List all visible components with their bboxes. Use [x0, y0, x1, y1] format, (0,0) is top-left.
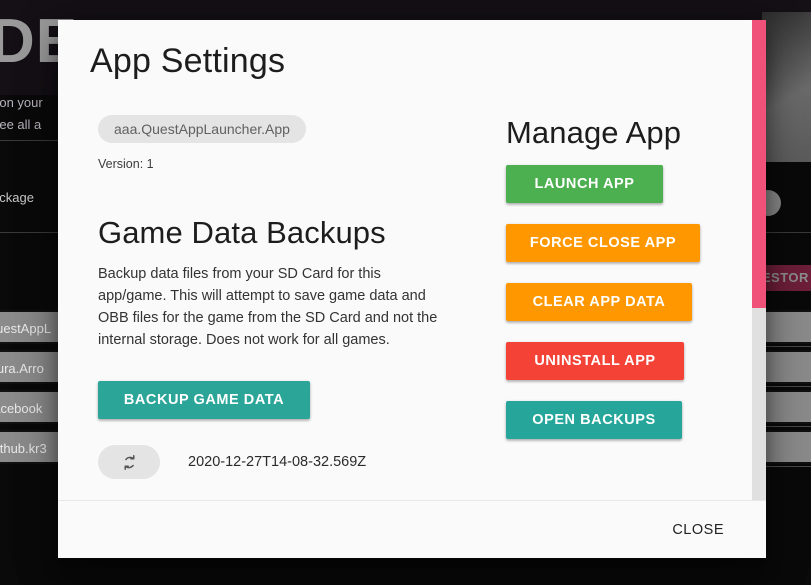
backup-game-data-button[interactable]: BACKUP GAME DATA: [98, 381, 310, 420]
background-thumbnail: [762, 12, 811, 162]
sync-icon: [119, 452, 140, 473]
game-data-backups-heading: Game Data Backups: [98, 215, 386, 250]
close-button[interactable]: CLOSE: [658, 514, 738, 546]
background-right-row: [762, 432, 811, 467]
dialog-footer: CLOSE: [58, 500, 766, 558]
dialog-columns: aaa.QuestAppLauncher.App Version: 1 Game…: [90, 115, 726, 480]
last-backup-timestamp: 2020-12-27T14-08-32.569Z: [188, 454, 367, 471]
uninstall-app-button[interactable]: UNINSTALL APP: [506, 342, 684, 380]
background-list-item-label: .facebook: [0, 401, 43, 416]
background-list-item-label: QuestAppL: [0, 321, 52, 336]
background-list-item-label: .github.kr3: [0, 441, 47, 456]
background-right-row: [762, 352, 811, 387]
page-title: App Settings: [90, 42, 286, 80]
game-data-backups-description: Backup data files from your SD Card for …: [98, 266, 438, 349]
force-close-app-button[interactable]: FORCE CLOSE APP: [506, 224, 700, 262]
refresh-backups-button[interactable]: [98, 445, 160, 480]
dialog-scrollbar-track[interactable]: [752, 20, 766, 500]
background-right-row: [762, 392, 811, 427]
background-search-row: h package: [0, 190, 34, 205]
dialog-scrollbar-thumb[interactable]: [752, 20, 766, 308]
launch-app-button[interactable]: LAUNCH APP: [506, 165, 663, 203]
clear-app-data-button[interactable]: CLEAR APP DATA: [506, 283, 692, 321]
package-name-chip: aaa.QuestAppLauncher.App: [98, 115, 306, 143]
last-backup-row: 2020-12-27T14-08-32.569Z: [98, 445, 470, 480]
background-list-item-label: .aura.Arro: [0, 361, 44, 376]
app-version-label: Version: 1: [98, 157, 154, 171]
manage-app-heading: Manage App: [506, 115, 682, 150]
background-hero-line-1: ps on your: [0, 95, 43, 110]
background-right-row: [762, 312, 811, 347]
background-hero-line-2: o see all a: [0, 117, 42, 132]
manage-app-column: Manage App LAUNCH APP FORCE CLOSE APP CL…: [470, 115, 726, 439]
open-backups-button[interactable]: OPEN BACKUPS: [506, 401, 682, 439]
dialog-body: App Settings aaa.QuestAppLauncher.App Ve…: [58, 20, 766, 500]
backups-column: aaa.QuestAppLauncher.App Version: 1 Game…: [90, 115, 470, 480]
app-settings-dialog: App Settings aaa.QuestAppLauncher.App Ve…: [58, 20, 766, 558]
